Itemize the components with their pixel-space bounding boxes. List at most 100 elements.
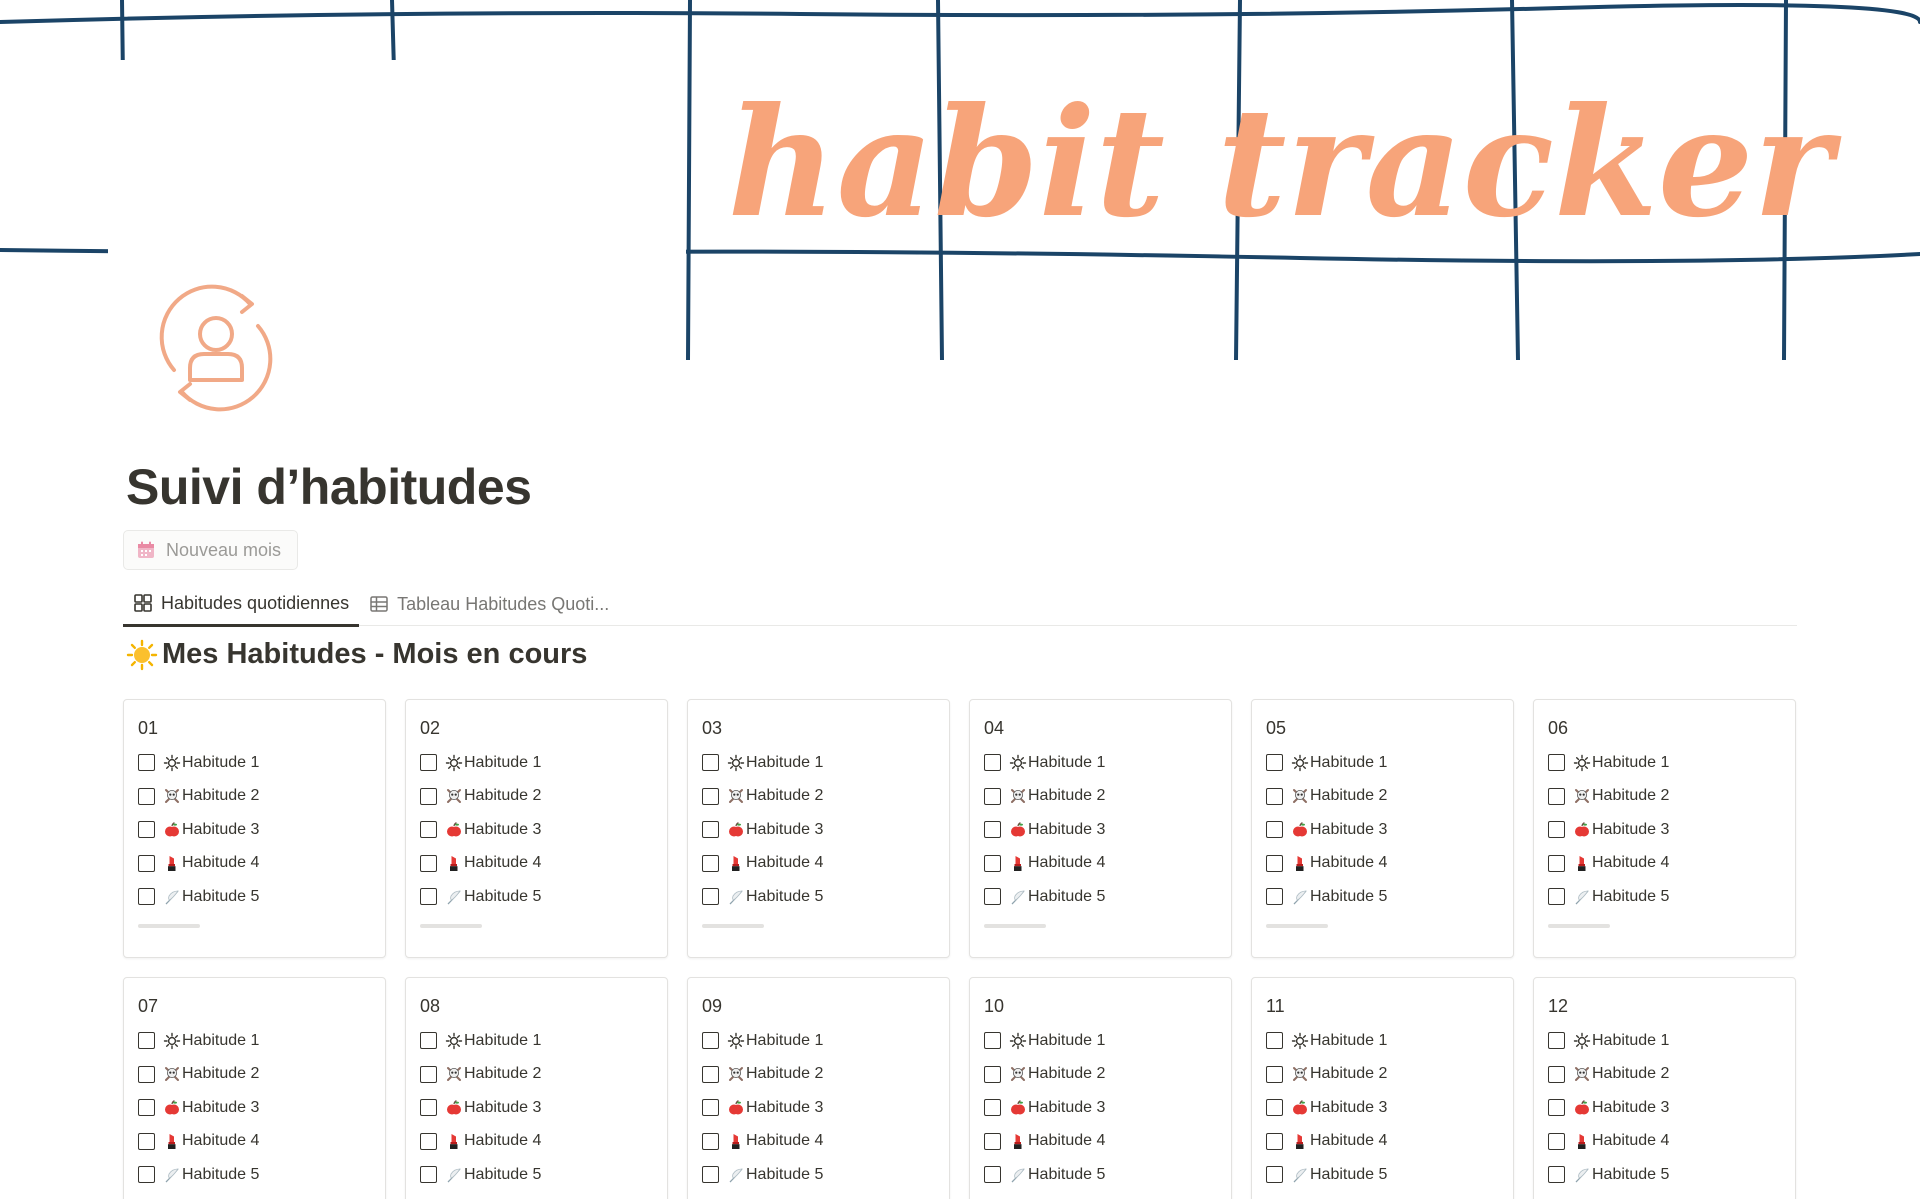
habit-checkbox[interactable] (984, 787, 1001, 805)
habit-row: Habitude 3 (1548, 1091, 1781, 1125)
habit-checkbox[interactable] (702, 854, 719, 872)
habit-row: Habitude 2 (1548, 780, 1781, 814)
habit-row: Habitude 3 (420, 1091, 653, 1125)
habit-card[interactable]: 01 Habitude 1 Habitude 2 Habitude 3 Habitud… (123, 699, 386, 958)
habit-row: Habitude 2 (138, 1058, 371, 1092)
habit-checkbox[interactable] (420, 821, 437, 839)
card-day-title: 11 (1266, 996, 1285, 1016)
habit-checkbox[interactable] (984, 888, 1001, 906)
habit-checkbox[interactable] (702, 1099, 719, 1117)
habit-checkbox[interactable] (1266, 1132, 1283, 1150)
habit-row: Habitude 1 (702, 1024, 935, 1058)
habit-checkbox[interactable] (138, 1166, 155, 1184)
habit-checkbox[interactable] (984, 1032, 1001, 1050)
habit-checkbox[interactable] (138, 754, 155, 772)
habit-checkbox[interactable] (1548, 1032, 1565, 1050)
card-day-title: 08 (420, 996, 441, 1016)
habit-checkbox[interactable] (984, 854, 1001, 872)
habit-card[interactable]: 09 Habitude 1 Habitude 2 Habitude 3 Habitud… (687, 977, 950, 1199)
habit-card[interactable]: 02 Habitude 1 Habitude 2 Habitude 3 Habitud… (405, 699, 668, 958)
habit-label: Habitude 2 (1028, 1065, 1106, 1083)
habit-checkbox[interactable] (1548, 888, 1565, 906)
habit-checkbox[interactable] (702, 821, 719, 839)
habit-card[interactable]: 05 Habitude 1 Habitude 2 Habitude 3 Habitud… (1251, 699, 1514, 958)
habit-checkbox[interactable] (702, 888, 719, 906)
habit-checkbox[interactable] (420, 1032, 437, 1050)
habit-checkbox[interactable] (1548, 1132, 1565, 1150)
habit-row: Habitude 3 (1548, 813, 1781, 847)
habit-label: Habitude 4 (464, 1132, 542, 1150)
habit-checkbox[interactable] (1266, 1099, 1283, 1117)
habit-card[interactable]: 03 Habitude 1 Habitude 2 Habitude 3 Habitud… (687, 699, 950, 958)
habit-checkbox[interactable] (702, 787, 719, 805)
section-title: Mes Habitudes - Mois en cours (162, 638, 588, 670)
habit-checkbox[interactable] (420, 1065, 437, 1083)
habit-checkbox[interactable] (1266, 854, 1283, 872)
habit-checkbox[interactable] (138, 787, 155, 805)
habit-checkbox[interactable] (1266, 1032, 1283, 1050)
habit-checkbox[interactable] (138, 1032, 155, 1050)
habit-checkbox[interactable] (984, 1065, 1001, 1083)
habit-row: Habitude 4 (420, 847, 653, 881)
habit-checkbox[interactable] (1548, 1065, 1565, 1083)
habit-checkbox[interactable] (138, 821, 155, 839)
habit-checkbox[interactable] (138, 888, 155, 906)
habit-checkbox[interactable] (138, 1065, 155, 1083)
habit-checkbox[interactable] (1548, 1099, 1565, 1117)
habit-checkbox[interactable] (1266, 787, 1283, 805)
sun-icon (163, 754, 181, 772)
skull-crossbones-icon (445, 787, 463, 805)
habit-checkbox[interactable] (420, 854, 437, 872)
habit-checkbox[interactable] (702, 754, 719, 772)
skull-crossbones-icon (1573, 787, 1591, 805)
habit-checkbox[interactable] (1548, 821, 1565, 839)
habit-card[interactable]: 08 Habitude 1 Habitude 2 Habitude 3 Habitud… (405, 977, 668, 1199)
habit-checkbox[interactable] (138, 1132, 155, 1150)
habit-row: Habitude 5 (1548, 880, 1781, 914)
habit-checkbox[interactable] (1266, 1065, 1283, 1083)
habit-card[interactable]: 06 Habitude 1 Habitude 2 Habitude 3 Habitud… (1533, 699, 1796, 958)
tab-tableau-habitudes[interactable]: Tableau Habitudes Quoti... (359, 582, 619, 626)
new-month-button[interactable]: Nouveau mois (123, 530, 299, 570)
user-sync-icon[interactable] (150, 282, 282, 414)
habit-checkbox[interactable] (984, 1166, 1001, 1184)
habit-card[interactable]: 10 Habitude 1 Habitude 2 Habitude 3 Habitud… (969, 977, 1232, 1199)
table-icon (369, 594, 389, 614)
habit-checkbox[interactable] (984, 821, 1001, 839)
lipstick-icon (445, 854, 463, 872)
habit-row: Habitude 5 (420, 1158, 653, 1192)
habit-checkbox[interactable] (420, 754, 437, 772)
habit-checkbox[interactable] (1548, 854, 1565, 872)
habit-checkbox[interactable] (420, 1166, 437, 1184)
habit-card[interactable]: 12 Habitude 1 Habitude 2 Habitude 3 Habitud… (1533, 977, 1796, 1199)
habit-checkbox[interactable] (420, 787, 437, 805)
habit-checkbox[interactable] (984, 754, 1001, 772)
habit-checkbox[interactable] (984, 1132, 1001, 1150)
habit-row: Habitude 4 (702, 847, 935, 881)
skull-crossbones-icon (1009, 787, 1027, 805)
habit-checkbox[interactable] (1548, 1166, 1565, 1184)
habit-checkbox[interactable] (1266, 888, 1283, 906)
habit-checkbox[interactable] (1266, 821, 1283, 839)
habit-checkbox[interactable] (702, 1065, 719, 1083)
habit-checkbox[interactable] (420, 1132, 437, 1150)
tab-habitudes-quotidiennes[interactable]: Habitudes quotidiennes (123, 582, 360, 627)
habit-checkbox[interactable] (420, 1099, 437, 1117)
habit-card[interactable]: 07 Habitude 1 Habitude 2 Habitude 3 Habitud… (123, 977, 386, 1199)
cover-title-art: habit tracker (728, 75, 1843, 251)
habit-card[interactable]: 04 Habitude 1 Habitude 2 Habitude 3 Habitud… (969, 699, 1232, 958)
habit-checkbox[interactable] (702, 1132, 719, 1150)
habit-row: Habitude 2 (138, 780, 371, 814)
habit-checkbox[interactable] (702, 1032, 719, 1050)
habit-checkbox[interactable] (1548, 787, 1565, 805)
new-month-label: Nouveau mois (166, 539, 282, 560)
habit-checkbox[interactable] (420, 888, 437, 906)
habit-checkbox[interactable] (1548, 754, 1565, 772)
habit-checkbox[interactable] (1266, 1166, 1283, 1184)
habit-card[interactable]: 11 Habitude 1 Habitude 2 Habitude 3 Habitud… (1251, 977, 1514, 1199)
habit-checkbox[interactable] (138, 1099, 155, 1117)
habit-checkbox[interactable] (702, 1166, 719, 1184)
habit-checkbox[interactable] (984, 1099, 1001, 1117)
habit-checkbox[interactable] (138, 854, 155, 872)
habit-checkbox[interactable] (1266, 754, 1283, 772)
